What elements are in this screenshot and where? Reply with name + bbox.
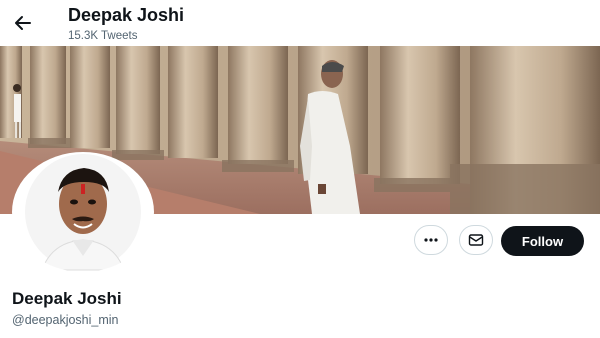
profile-header: Deepak Joshi 15.3K Tweets — [0, 0, 600, 46]
back-button[interactable] — [10, 10, 36, 36]
display-name: Deepak Joshi — [12, 289, 122, 308]
follow-button[interactable]: Follow — [501, 226, 584, 256]
message-button[interactable] — [459, 225, 493, 255]
tweet-count: 15.3K Tweets — [68, 30, 138, 42]
envelope-icon — [468, 234, 484, 246]
avatar-photo — [25, 154, 141, 271]
ellipsis-icon — [424, 238, 438, 242]
arrow-left-icon — [15, 16, 31, 30]
user-handle: @deepakjoshi_min — [12, 313, 119, 327]
header-title: Deepak Joshi — [68, 5, 185, 25]
avatar[interactable] — [12, 152, 154, 272]
more-button[interactable] — [414, 225, 448, 255]
